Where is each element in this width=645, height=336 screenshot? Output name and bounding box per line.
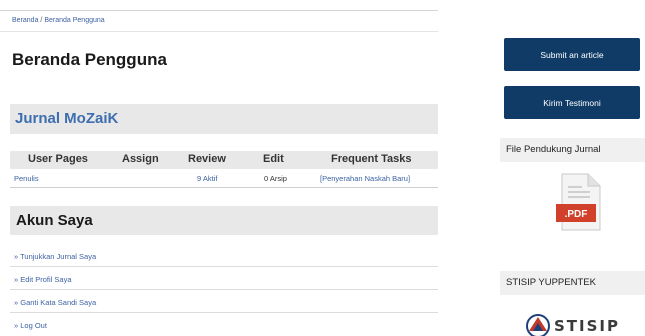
main-content: Beranda / Beranda Pengguna Beranda Pengg… xyxy=(0,0,440,336)
top-divider xyxy=(0,10,438,11)
breadcrumb-divider xyxy=(0,31,438,32)
edit-profile-link[interactable]: » Edit Profil Saya xyxy=(14,275,72,284)
table-row: Penulis 9 Aktif 0 Arsip [Penyerahan Nask… xyxy=(10,172,438,186)
edit-archive-count: 0 Arsip xyxy=(264,174,287,183)
breadcrumb: Beranda / Beranda Pengguna xyxy=(12,17,105,24)
breadcrumb-home-link[interactable]: Beranda xyxy=(12,17,38,24)
breadcrumb-separator: / xyxy=(40,17,43,24)
change-password-link[interactable]: » Ganti Kata Sandi Saya xyxy=(14,298,96,307)
review-active-link[interactable]: 9 Aktif xyxy=(197,174,217,183)
account-header: Akun Saya xyxy=(10,206,438,235)
breadcrumb-current-link[interactable]: Beranda Pengguna xyxy=(44,17,104,24)
account-title: Akun Saya xyxy=(16,212,93,229)
menu-divider xyxy=(10,266,438,267)
institution-heading: STISIP YUPPENTEK xyxy=(506,277,596,288)
column-header-frequent-tasks: Frequent Tasks xyxy=(331,153,412,165)
page-title: Beranda Pengguna xyxy=(12,50,167,69)
column-header-user-pages: User Pages xyxy=(28,153,88,165)
file-support-header: File Pendukung Jurnal xyxy=(500,138,645,162)
stisip-logo[interactable]: STISIP xyxy=(524,311,634,336)
submit-article-button[interactable]: Submit an article xyxy=(504,38,640,71)
table-header: User Pages Assign Review Edit Frequent T… xyxy=(10,151,438,169)
log-out-link[interactable]: » Log Out xyxy=(14,321,47,330)
new-submission-link[interactable]: [Penyerahan Naskah Baru] xyxy=(320,174,410,183)
sidebar: Submit an article Kirim Testimoni File P… xyxy=(500,0,645,336)
column-header-assign: Assign xyxy=(122,153,159,165)
institution-header: STISIP YUPPENTEK xyxy=(500,271,645,295)
menu-divider xyxy=(10,312,438,313)
logo-text: STISIP xyxy=(554,317,620,335)
pdf-label: .PDF xyxy=(565,209,588,220)
role-penulis-link[interactable]: Penulis xyxy=(14,174,39,183)
show-my-journals-link[interactable]: » Tunjukkan Jurnal Saya xyxy=(14,252,96,261)
table-row-divider xyxy=(10,187,438,188)
column-header-edit: Edit xyxy=(263,153,284,165)
pdf-icon[interactable]: .PDF xyxy=(554,172,604,232)
journal-title-link[interactable]: Jurnal MoZaiK xyxy=(15,110,118,127)
column-header-review: Review xyxy=(188,153,226,165)
journal-header: Jurnal MoZaiK xyxy=(10,104,438,134)
file-support-heading: File Pendukung Jurnal xyxy=(506,144,601,155)
menu-divider xyxy=(10,289,438,290)
send-testimonial-button[interactable]: Kirim Testimoni xyxy=(504,86,640,119)
